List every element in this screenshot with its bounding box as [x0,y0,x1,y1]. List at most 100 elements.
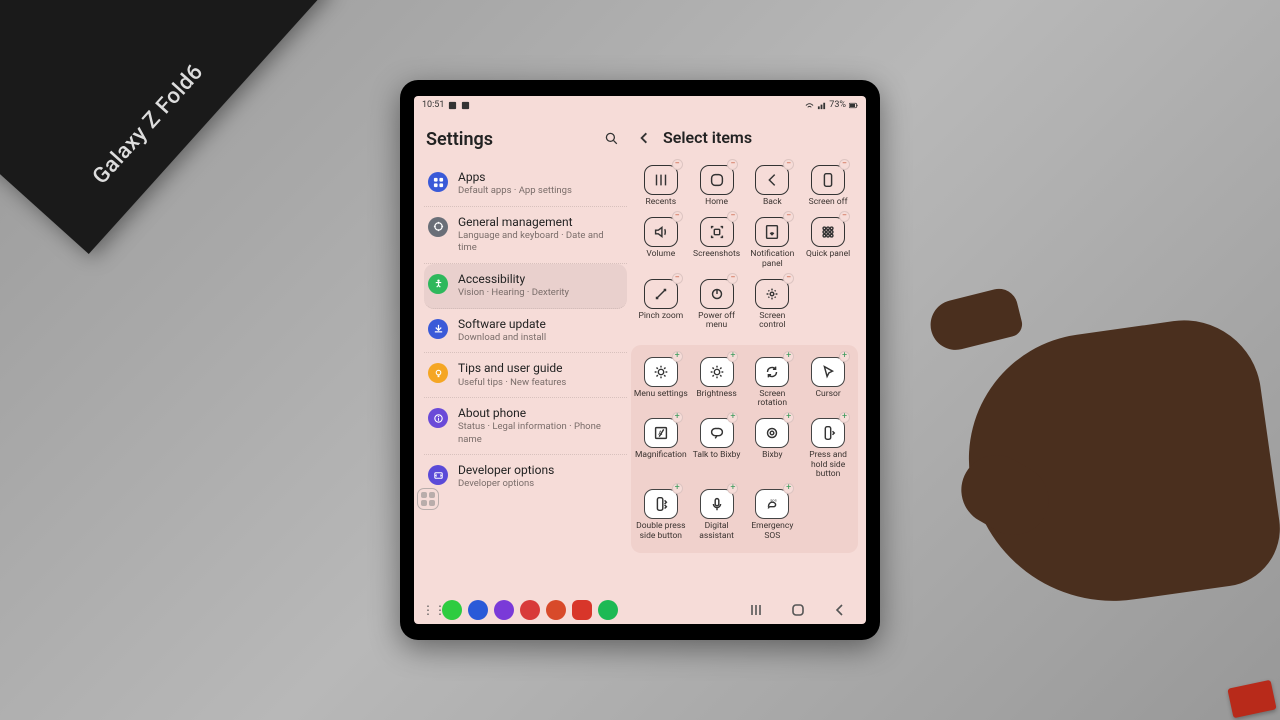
add-badge-icon[interactable]: + [839,351,850,362]
item-notification-panel[interactable]: − Notification panel [744,213,800,273]
settings-item-title: Tips and user guide [458,361,623,375]
settings-item-software-update[interactable]: Software updateDownload and install [424,309,627,354]
taskbar-app-phone[interactable] [442,600,462,620]
add-badge-icon[interactable]: + [839,412,850,423]
apps-drawer-icon[interactable]: ⋮⋮⋮ [422,603,436,617]
item-pinch-zoom[interactable]: − Pinch zoom [633,275,689,335]
item-bixby[interactable]: +Bixby [744,414,800,483]
settings-pane: Settings AppsDefault apps · App settings… [414,114,631,596]
pinch-icon [652,285,670,303]
taskbar-app-5[interactable] [546,600,566,620]
item-label: Pinch zoom [638,312,683,321]
nav-recents[interactable] [748,602,764,618]
corner-logo [1227,680,1276,718]
settings-item-sub: Default apps · App settings [458,185,623,197]
settings-item-tips[interactable]: Tips and user guide Useful tips · New fea… [424,353,627,398]
remove-badge-icon[interactable]: − [672,273,683,284]
item-screenshots[interactable]: − Screenshots [689,213,745,273]
item-label: Screenshots [693,250,740,259]
chevron-left-icon [637,131,651,145]
item-home[interactable]: − Home [689,161,745,211]
settings-item-developer[interactable]: Developer optionsDeveloper options [424,455,627,499]
add-badge-icon[interactable]: + [727,483,738,494]
item-label: Back [763,198,782,207]
taskbar-app-spotify[interactable] [598,600,618,620]
available-items-grid: + Menu settings + Brightness +Screen rotat… [631,345,858,553]
taskbar-app-6[interactable] [572,600,592,620]
item-label: Volume [646,250,675,259]
settings-item-title: Accessibility [458,272,623,286]
item-emergency-sos[interactable]: + sos Emergency SOS [744,485,800,545]
svg-text:sos: sos [771,498,777,503]
item-power-off[interactable]: −Power off menu [689,275,745,335]
back-button[interactable] [635,129,653,147]
remove-badge-icon[interactable]: − [672,159,683,170]
item-menu-settings[interactable]: + Menu settings [633,353,689,413]
remove-badge-icon[interactable]: − [727,211,738,222]
remove-badge-icon[interactable]: − [727,273,738,284]
settings-item-sub: Vision · Hearing · Dexterity [458,287,623,299]
nav-home[interactable] [790,602,806,618]
signal-icon [817,101,826,110]
remove-badge-icon[interactable]: − [839,211,850,222]
magnify-icon: A [652,424,670,442]
settings-item-title: About phone [458,406,623,420]
item-label: Home [705,198,728,207]
taskbar-app-4[interactable] [520,600,540,620]
status-battery: 73% [829,100,846,110]
tips-icon [428,363,448,383]
add-badge-icon[interactable]: + [727,351,738,362]
settings-item-sub: Useful tips · New features [458,377,623,389]
taskbar-app-messages[interactable] [468,600,488,620]
remove-badge-icon[interactable]: − [727,159,738,170]
add-badge-icon[interactable]: + [727,412,738,423]
add-badge-icon[interactable]: + [672,412,683,423]
item-talk-bixby[interactable]: +Talk to Bixby [689,414,745,483]
add-badge-icon[interactable]: + [783,412,794,423]
item-screen-control[interactable]: − Screen control [744,275,800,335]
settings-item-about[interactable]: About phoneStatus · Legal information · … [424,398,627,455]
taskbar: ⋮⋮⋮ [414,596,866,624]
add-badge-icon[interactable]: + [672,351,683,362]
item-label: Brightness [696,390,736,399]
item-recents[interactable]: −Recents [633,161,689,211]
item-rotation[interactable]: +Screen rotation [744,353,800,413]
item-volume[interactable]: − Volume [633,213,689,273]
remove-badge-icon[interactable]: − [783,211,794,222]
item-back[interactable]: − Back [744,161,800,211]
search-button[interactable] [601,128,623,150]
item-label: Emergency SOS [745,522,799,541]
settings-list[interactable]: AppsDefault apps · App settings General … [424,162,627,596]
add-badge-icon[interactable]: + [783,483,794,494]
notification-panel-icon [763,223,781,241]
item-label: Notification panel [745,250,799,269]
remove-badge-icon[interactable]: − [783,273,794,284]
back-nav-icon [833,603,847,617]
item-brightness[interactable]: + Brightness [689,353,745,413]
cursor-icon [819,363,837,381]
item-label: Screen control [745,312,799,331]
item-digital-assistant[interactable]: +Digital assistant [689,485,745,545]
a11y-icon [428,274,448,294]
settings-item-title: Developer options [458,463,623,477]
item-label: Menu settings [634,390,688,399]
settings-item-apps[interactable]: AppsDefault apps · App settings [424,162,627,207]
item-press-hold[interactable]: +Press and hold side button [800,414,856,483]
remove-badge-icon[interactable]: − [839,159,850,170]
nav-back[interactable] [832,602,848,618]
settings-item-accessibility[interactable]: AccessibilityVision · Hearing · Dexterit… [424,264,627,309]
item-quick-panel[interactable]: −Quick panel [800,213,856,273]
screenshot-icon [708,223,726,241]
item-magnification[interactable]: +AMagnification [633,414,689,483]
item-screenoff[interactable]: −Screen off [800,161,856,211]
taskbar-app-browser[interactable] [494,600,514,620]
item-double-press[interactable]: +Double press side button [633,485,689,545]
remove-badge-icon[interactable]: − [783,159,794,170]
add-badge-icon[interactable]: + [783,351,794,362]
settings-item-general[interactable]: General managementLanguage and keyboard … [424,207,627,264]
assistant-menu-handle[interactable] [417,488,439,510]
general-icon [428,217,448,237]
item-cursor[interactable]: +Cursor [800,353,856,413]
remove-badge-icon[interactable]: − [672,211,683,222]
add-badge-icon[interactable]: + [672,483,683,494]
